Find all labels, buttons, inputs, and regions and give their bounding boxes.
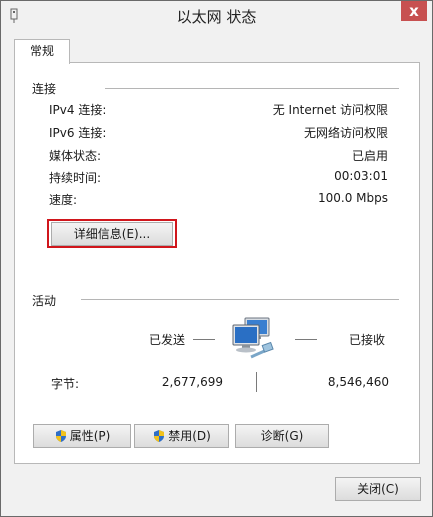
general-panel xyxy=(14,62,420,464)
ipv6-value: 无网络访问权限 xyxy=(303,126,388,140)
properties-button[interactable]: 属性(P) xyxy=(33,424,131,448)
bytes-label: 字节: xyxy=(51,377,80,391)
bytes-sent-value: 2,677,699 xyxy=(161,375,223,389)
ipv4-label: IPv4 连接: xyxy=(49,103,107,117)
title-bar[interactable]: 以太网 状态 x xyxy=(1,1,432,31)
duration-row: 持续时间: 00:03:01 xyxy=(49,169,388,187)
received-label: 已接收 xyxy=(349,333,386,347)
ipv6-label: IPv6 连接: xyxy=(49,126,107,140)
activity-group-title: 活动 xyxy=(32,294,57,308)
media-state-value: 已启用 xyxy=(351,149,388,163)
bytes-separator xyxy=(256,372,257,392)
status-window: 以太网 状态 x 常规 连接 IPv4 连接: 无 Internet 访问权限 … xyxy=(0,0,433,517)
disable-button-label: 禁用(D) xyxy=(168,429,211,443)
connection-group-divider xyxy=(105,88,399,89)
uac-shield-icon xyxy=(55,430,66,442)
speed-label: 速度: xyxy=(49,193,78,207)
connection-group-title: 连接 xyxy=(32,82,57,96)
uac-shield-icon xyxy=(154,430,165,442)
close-window-button[interactable]: x xyxy=(401,1,427,21)
disable-button[interactable]: 禁用(D) xyxy=(134,424,229,448)
speed-row: 速度: 100.0 Mbps xyxy=(49,191,388,209)
ipv4-row: IPv4 连接: 无 Internet 访问权限 xyxy=(49,101,388,119)
ipv4-value: 无 Internet 访问权限 xyxy=(272,103,388,117)
sent-dash xyxy=(193,339,215,340)
diagnose-button[interactable]: 诊断(G) xyxy=(235,424,329,448)
activity-group-divider xyxy=(81,299,399,300)
close-button[interactable]: 关闭(C) xyxy=(335,477,421,501)
properties-button-label: 属性(P) xyxy=(69,429,111,443)
speed-value: 100.0 Mbps xyxy=(317,191,388,205)
duration-label: 持续时间: xyxy=(49,171,102,185)
duration-value: 00:03:01 xyxy=(334,169,388,183)
tab-general[interactable]: 常规 xyxy=(14,39,70,64)
media-state-row: 媒体状态: 已启用 xyxy=(49,147,388,165)
sent-label: 已发送 xyxy=(149,333,186,347)
media-state-label: 媒体状态: xyxy=(49,149,102,163)
network-computers-icon xyxy=(232,317,274,359)
details-highlight-box: 详细信息(E)... xyxy=(47,219,177,248)
bytes-received-value: 8,546,460 xyxy=(327,375,389,389)
ipv6-row: IPv6 连接: 无网络访问权限 xyxy=(49,124,388,142)
received-dash xyxy=(295,339,317,340)
window-title: 以太网 状态 xyxy=(176,8,257,26)
details-button[interactable]: 详细信息(E)... xyxy=(51,222,173,246)
